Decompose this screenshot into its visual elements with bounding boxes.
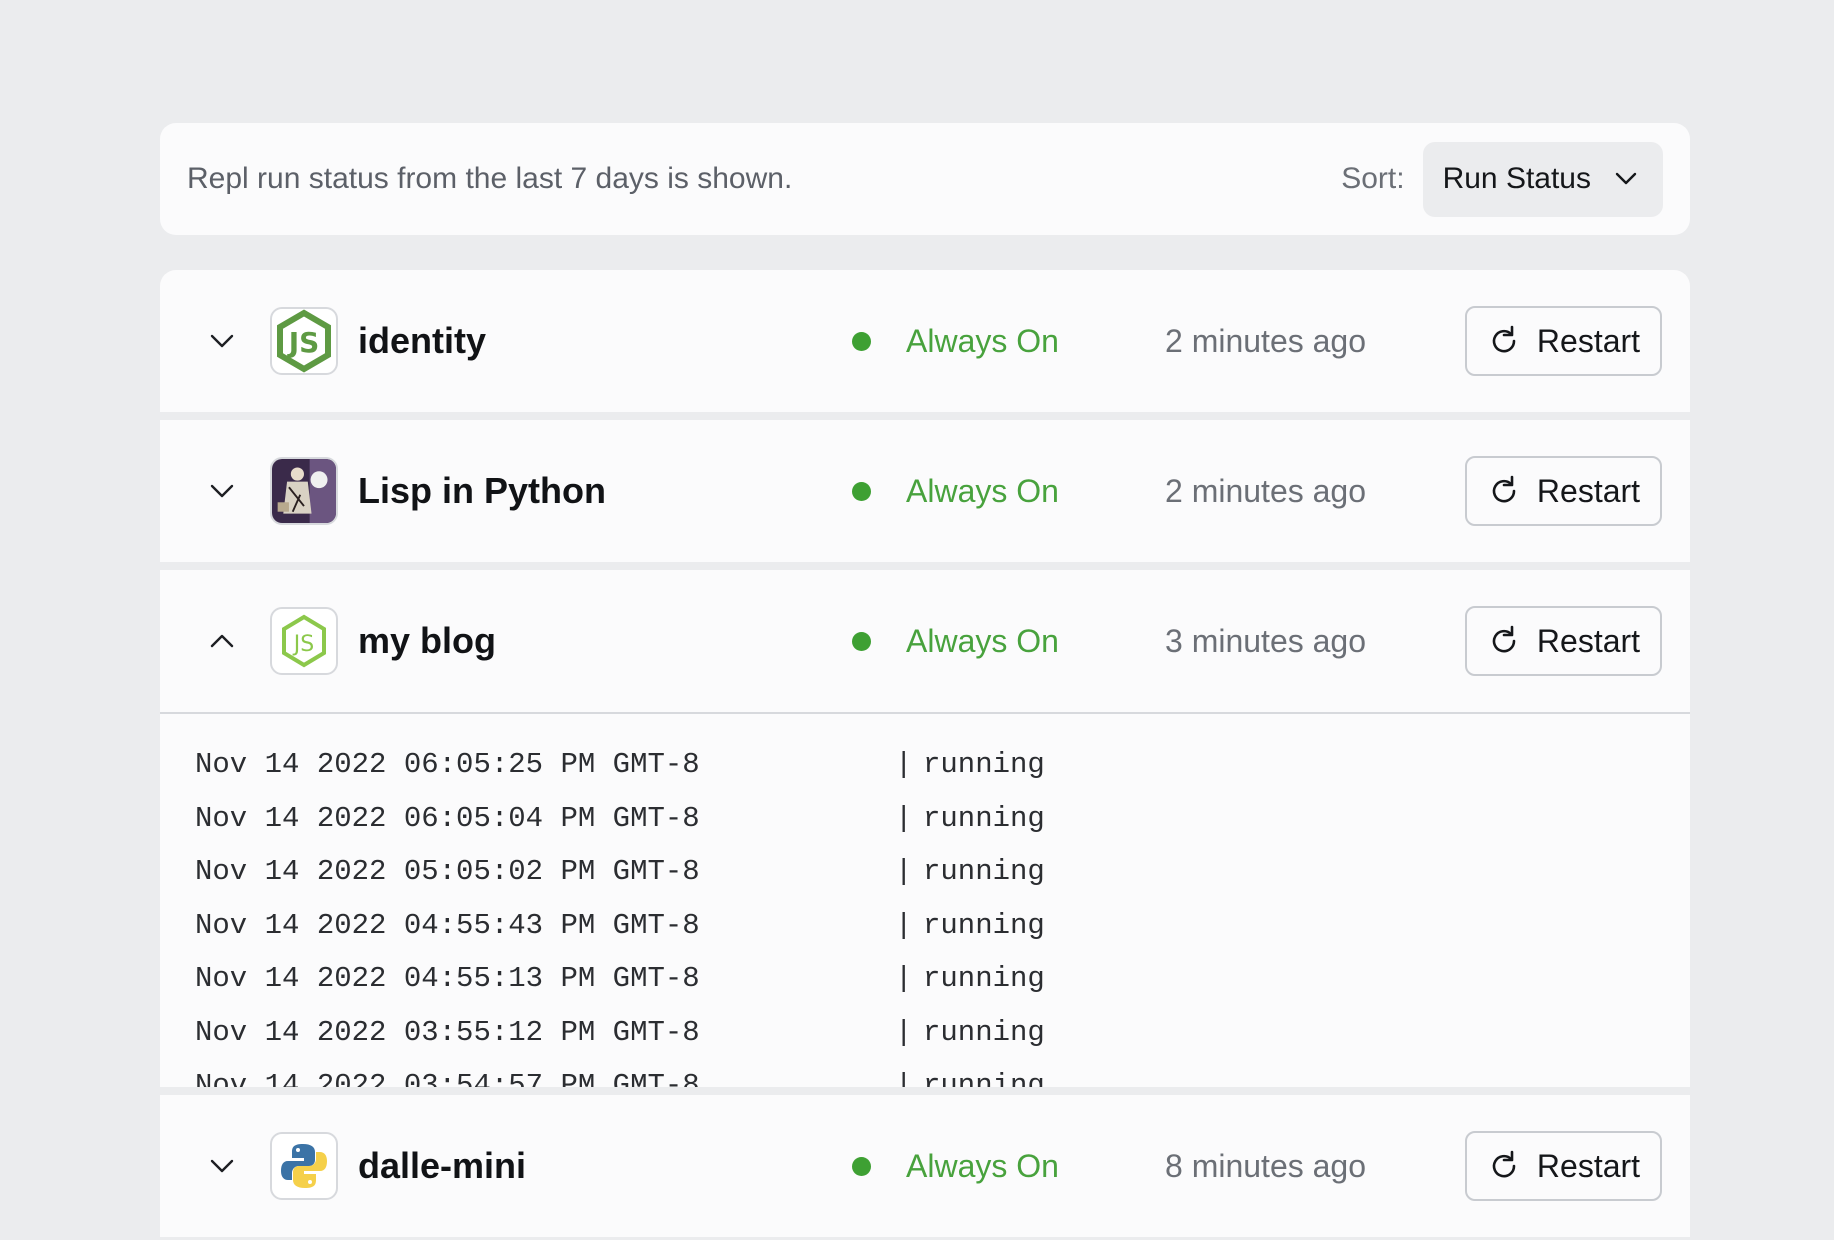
status-text: Always On (906, 1147, 1059, 1184)
svg-text:JS: JS (287, 326, 320, 359)
log-timestamp: Nov 14 2022 04:55:13 PM GMT-8 (195, 962, 700, 996)
row-divider (160, 1087, 1690, 1095)
restart-label: Restart (1536, 472, 1641, 509)
row-divider (160, 412, 1690, 420)
log-timestamp: Nov 14 2022 06:05:25 PM GMT-8 (195, 748, 700, 782)
log-entry: Nov 14 2022 06:05:04 PM GMT-8 | running (195, 792, 1690, 846)
log-entry: Nov 14 2022 06:05:25 PM GMT-8 | running (195, 738, 1690, 792)
log-separator: | (895, 1015, 913, 1049)
log-separator: | (895, 748, 913, 782)
log-separator: | (895, 855, 913, 889)
repl-row-dalle-mini: dalle-mini Always On 8 minutes ago Resta… (160, 1095, 1690, 1237)
status-indicator (852, 1156, 871, 1176)
restart-label: Restart (1536, 622, 1641, 659)
last-run-time: 8 minutes ago (1165, 1147, 1367, 1184)
status-text: Always On (906, 472, 1059, 509)
sort-group: Sort: Run Status (1341, 141, 1663, 217)
chevron-up-icon[interactable] (204, 623, 240, 659)
restart-button[interactable]: Restart (1465, 606, 1662, 676)
log-state: running (923, 962, 1045, 996)
chevron-down-icon[interactable] (204, 323, 240, 359)
log-state: running (923, 748, 1045, 782)
run-status-page: Repl run status from the last 7 days is … (160, 123, 1690, 1237)
log-separator: | (895, 801, 913, 835)
chevron-down-icon[interactable] (204, 1148, 240, 1184)
status-indicator (852, 331, 871, 351)
info-message: Repl run status from the last 7 days is … (187, 162, 793, 195)
nodejs-icon: JS (270, 607, 338, 675)
restart-label: Restart (1536, 1147, 1641, 1184)
restart-button[interactable]: Restart (1465, 456, 1662, 526)
last-run-time: 2 minutes ago (1165, 322, 1367, 359)
status-text: Always On (906, 322, 1059, 359)
log-timestamp: Nov 14 2022 04:55:43 PM GMT-8 (195, 908, 700, 942)
chevron-down-icon[interactable] (204, 473, 240, 509)
repl-list: JS identity Always On 2 minutes ago Rest… (160, 270, 1690, 1237)
last-run-time: 2 minutes ago (1165, 472, 1367, 509)
run-log-panel[interactable]: Nov 14 2022 06:05:25 PM GMT-8 | running … (160, 712, 1690, 1087)
info-bar: Repl run status from the last 7 days is … (160, 123, 1690, 235)
chevron-down-icon (1615, 172, 1637, 186)
log-timestamp: Nov 14 2022 03:55:12 PM GMT-8 (195, 1015, 700, 1049)
status-indicator (852, 631, 871, 651)
row-divider (160, 562, 1690, 570)
repl-row-lisp-in-python: Lisp in Python Always On 2 minutes ago R… (160, 420, 1690, 562)
restart-icon (1487, 1149, 1521, 1183)
repl-name[interactable]: dalle-mini (358, 1145, 526, 1187)
status-text: Always On (906, 622, 1059, 659)
log-state: running (923, 1069, 1045, 1087)
log-state: running (923, 908, 1045, 942)
log-entry: Nov 14 2022 04:55:43 PM GMT-8 | running (195, 899, 1690, 953)
log-entry: Nov 14 2022 03:54:57 PM GMT-8 | running (195, 1059, 1690, 1087)
sort-label: Sort: (1341, 162, 1405, 195)
repl-row-my-blog: JS my blog Always On 3 minutes ago Resta… (160, 570, 1690, 712)
restart-label: Restart (1536, 322, 1641, 359)
log-timestamp: Nov 14 2022 03:54:57 PM GMT-8 (195, 1069, 700, 1087)
repl-name[interactable]: my blog (358, 620, 496, 662)
log-state: running (923, 1015, 1045, 1049)
restart-button[interactable]: Restart (1465, 1131, 1662, 1201)
repl-name[interactable]: Lisp in Python (358, 470, 606, 512)
restart-icon (1487, 324, 1521, 358)
log-state: running (923, 801, 1045, 835)
sort-dropdown[interactable]: Run Status (1422, 141, 1663, 217)
log-separator: | (895, 962, 913, 996)
restart-button[interactable]: Restart (1465, 306, 1662, 376)
log-timestamp: Nov 14 2022 06:05:04 PM GMT-8 (195, 801, 700, 835)
log-entry: Nov 14 2022 05:05:02 PM GMT-8 | running (195, 845, 1690, 899)
svg-text:JS: JS (292, 632, 314, 657)
status-indicator (852, 481, 871, 501)
restart-icon (1487, 624, 1521, 658)
restart-icon (1487, 474, 1521, 508)
log-timestamp: Nov 14 2022 05:05:02 PM GMT-8 (195, 855, 700, 889)
log-separator: | (895, 908, 913, 942)
repl-row-identity: JS identity Always On 2 minutes ago Rest… (160, 270, 1690, 412)
sort-dropdown-value: Run Status (1442, 162, 1591, 195)
nodejs-icon: JS (270, 307, 338, 375)
log-separator: | (895, 1069, 913, 1087)
log-entry: Nov 14 2022 03:55:12 PM GMT-8 | running (195, 1006, 1690, 1060)
repl-name[interactable]: identity (358, 320, 486, 362)
last-run-time: 3 minutes ago (1165, 622, 1367, 659)
python-icon (270, 1132, 338, 1200)
log-state: running (923, 855, 1045, 889)
log-entry: Nov 14 2022 04:55:13 PM GMT-8 | running (195, 952, 1690, 1006)
lisp-illustration-icon (270, 457, 338, 525)
